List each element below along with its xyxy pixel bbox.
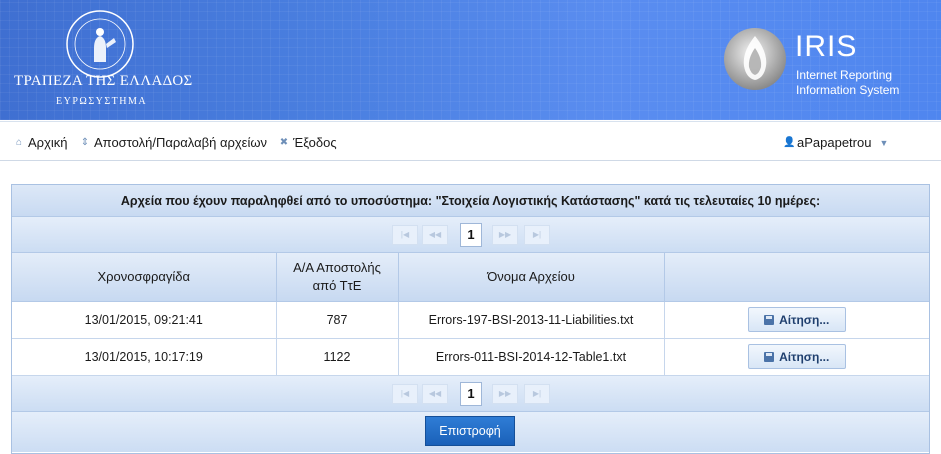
menu-bar: ⌂ Αρχική ⇕ Αποστολή/Παραλαβή αρχείων ✖ Έ… bbox=[0, 121, 941, 161]
panel-footer: Επιστροφή bbox=[12, 411, 929, 452]
user-menu[interactable]: 👤 aPapapetrou ▼ bbox=[783, 135, 888, 150]
current-page[interactable]: 1 bbox=[460, 381, 482, 406]
column-header-seq-label: Α/Α Αποστολής από ΤτΕ bbox=[293, 259, 381, 293]
back-button[interactable]: Επιστροφή bbox=[425, 415, 515, 446]
home-icon: ⌂ bbox=[15, 137, 23, 148]
bottom-paginator: |◀ ◀◀ 1 ▶▶ ▶| bbox=[12, 375, 929, 412]
menu-home-label: Αρχική bbox=[28, 135, 68, 150]
iris-subtitle-line1: Internet Reporting bbox=[796, 68, 893, 82]
user-icon: 👤 bbox=[783, 137, 796, 148]
row-seq: 1122 bbox=[276, 338, 399, 376]
bank-seal-icon bbox=[66, 10, 134, 78]
save-icon bbox=[764, 314, 775, 325]
request-button-label: Αίτηση... bbox=[779, 349, 830, 364]
request-button[interactable]: Αίτηση... bbox=[747, 344, 846, 369]
files-table: Χρονοσφραγίδα Α/Α Αποστολής από ΤτΕ Όνομ… bbox=[12, 253, 929, 376]
menu-item-logout[interactable]: ✖ Έξοδος bbox=[279, 135, 337, 150]
panel-caption: Αρχεία που έχουν παραληφθεί από το υποσύ… bbox=[12, 185, 929, 217]
request-button[interactable]: Αίτηση... bbox=[747, 307, 846, 332]
current-page[interactable]: 1 bbox=[460, 223, 482, 247]
bank-name: ΤΡΑΠΕΖΑ ΤΗΣ ΕΛΛΑΔΟΣ bbox=[14, 73, 193, 89]
save-icon bbox=[764, 351, 775, 362]
received-files-panel: Αρχεία που έχουν παραληφθεί από το υποσύ… bbox=[11, 184, 930, 454]
top-paginator: |◀ ◀◀ 1 ▶▶ ▶| bbox=[12, 217, 929, 253]
last-page-button[interactable]: ▶| bbox=[524, 225, 550, 245]
row-action-cell: Αίτηση... bbox=[664, 301, 929, 339]
close-icon: ✖ bbox=[279, 137, 289, 148]
column-header-timestamp: Χρονοσφραγίδα bbox=[12, 253, 277, 302]
next-page-button[interactable]: ▶▶ bbox=[492, 383, 518, 404]
column-header-action bbox=[664, 253, 929, 302]
iris-subtitle-line2: Information System bbox=[796, 83, 900, 97]
prev-page-button[interactable]: ◀◀ bbox=[422, 225, 448, 245]
row-filename: Errors-011-BSI-2014-12-Table1.txt bbox=[398, 338, 665, 376]
row-timestamp: 13/01/2015, 10:17:19 bbox=[12, 338, 277, 376]
prev-page-button[interactable]: ◀◀ bbox=[422, 383, 448, 404]
menu-item-send-receive[interactable]: ⇕ Αποστολή/Παραλαβή αρχείων bbox=[80, 135, 267, 150]
iris-logo-text: IRIS bbox=[795, 30, 858, 63]
table-row: 13/01/2015, 10:17:19 1122 Errors-011-BSI… bbox=[12, 338, 929, 376]
first-page-button[interactable]: |◀ bbox=[392, 225, 418, 245]
iris-logo-icon bbox=[724, 28, 786, 90]
column-header-filename: Όνομα Αρχείου bbox=[398, 253, 665, 302]
next-page-button[interactable]: ▶▶ bbox=[492, 225, 518, 245]
user-name: aPapapetrou bbox=[797, 135, 872, 150]
menu-send-receive-label: Αποστολή/Παραλαβή αρχείων bbox=[94, 135, 268, 150]
row-timestamp: 13/01/2015, 09:21:41 bbox=[12, 301, 277, 339]
table-header-row: Χρονοσφραγίδα Α/Α Αποστολής από ΤτΕ Όνομ… bbox=[12, 253, 929, 302]
request-button-label: Αίτηση... bbox=[779, 312, 830, 327]
row-filename: Errors-197-BSI-2013-11-Liabilities.txt bbox=[398, 301, 665, 339]
chevron-down-icon: ▼ bbox=[879, 137, 889, 148]
row-seq: 787 bbox=[276, 301, 399, 339]
menu-logout-label: Έξοδος bbox=[293, 135, 337, 150]
bank-subtitle: ΕΥΡΩΣΥΣΤΗΜΑ bbox=[56, 96, 148, 107]
menu-item-home[interactable]: ⌂ Αρχική bbox=[14, 135, 68, 150]
table-row: 13/01/2015, 09:21:41 787 Errors-197-BSI-… bbox=[12, 301, 929, 339]
column-header-seq: Α/Α Αποστολής από ΤτΕ bbox=[276, 253, 399, 302]
arrows-updown-icon: ⇕ bbox=[80, 137, 90, 148]
header-banner: ΤΡΑΠΕΖΑ ΤΗΣ ΕΛΛΑΔΟΣ ΕΥΡΩΣΥΣΤΗΜΑ IRIS Int… bbox=[0, 0, 941, 120]
last-page-button[interactable]: ▶| bbox=[524, 383, 550, 404]
row-action-cell: Αίτηση... bbox=[664, 338, 929, 376]
first-page-button[interactable]: |◀ bbox=[392, 383, 418, 404]
